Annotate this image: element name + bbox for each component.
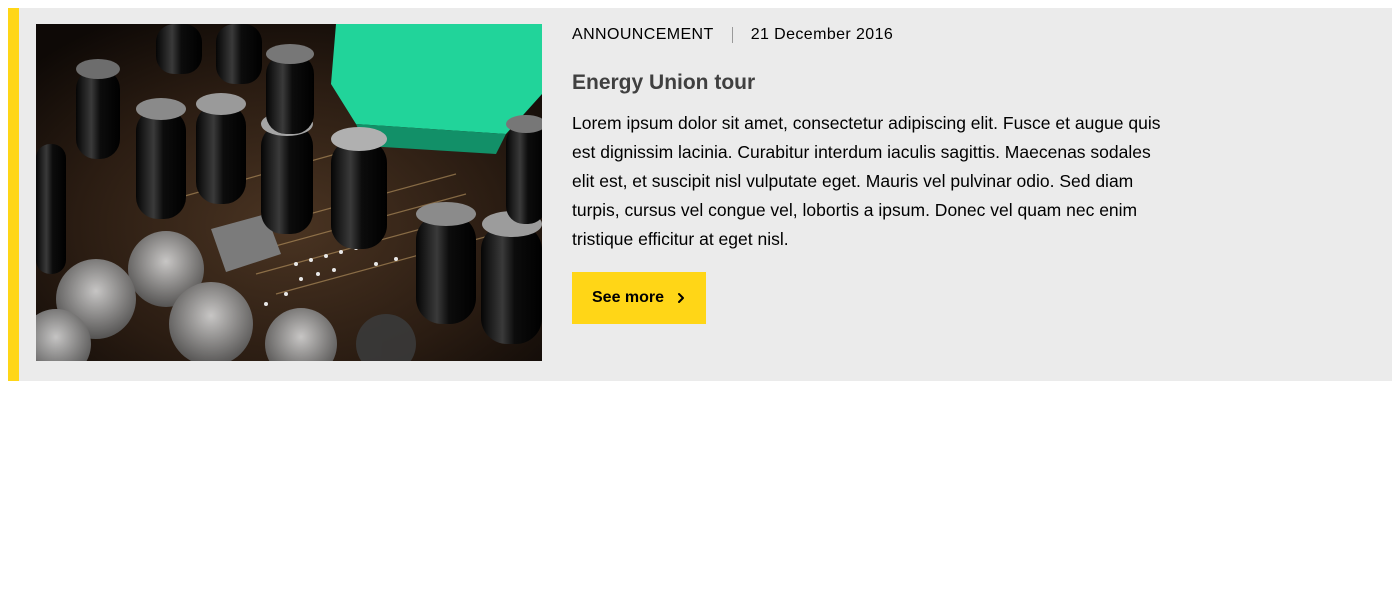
article-content: ANNOUNCEMENT 21 December 2016 Energy Uni… bbox=[572, 24, 1162, 324]
article-date: 21 December 2016 bbox=[750, 26, 894, 43]
article-title[interactable]: Energy Union tour bbox=[572, 69, 1162, 97]
see-more-button[interactable]: See more bbox=[572, 272, 707, 324]
article-category: ANNOUNCEMENT bbox=[572, 26, 714, 43]
announcement-card: ANNOUNCEMENT 21 December 2016 Energy Uni… bbox=[8, 8, 1392, 381]
circuit-board-image bbox=[36, 24, 542, 361]
chevron-right-icon bbox=[676, 292, 686, 304]
meta-separator bbox=[731, 27, 733, 43]
article-meta: ANNOUNCEMENT 21 December 2016 bbox=[572, 24, 1162, 46]
see-more-label: See more bbox=[592, 289, 665, 306]
article-body: Lorem ipsum dolor sit amet, consectetur … bbox=[572, 113, 1161, 249]
article-image[interactable] bbox=[36, 24, 542, 361]
